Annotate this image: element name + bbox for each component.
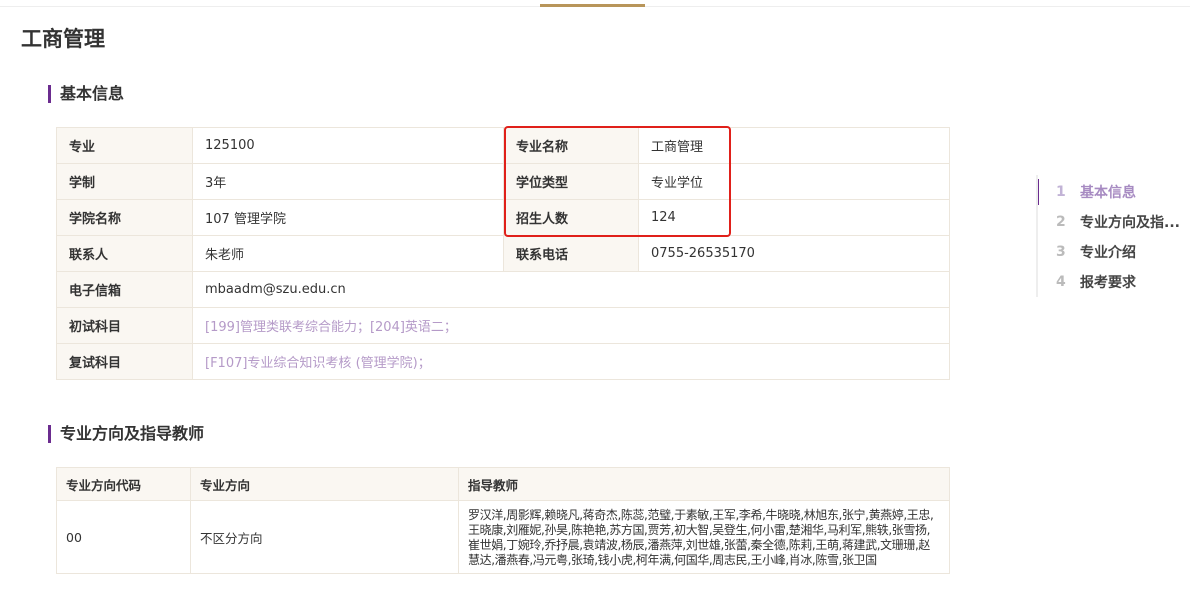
toc-number: 1: [1056, 184, 1066, 200]
toc-number: 2: [1056, 214, 1066, 230]
first-exam-link[interactable]: [199]管理类联考综合能力；[204]英语二；: [192, 307, 950, 344]
major-value: 125100: [192, 127, 504, 164]
toc-item-directions[interactable]: 2 专业方向及指...: [1038, 207, 1190, 237]
duration-label: 学制: [56, 163, 193, 200]
toc-label: 专业介绍: [1080, 245, 1136, 261]
direction-cell: 不区分方向: [190, 500, 459, 574]
major-name-label: 专业名称: [503, 127, 639, 164]
retest-link[interactable]: [F107]专业综合知识考核 (管理学院)；: [192, 343, 950, 380]
degree-type-label: 学位类型: [503, 163, 639, 200]
toc-item-introduction[interactable]: 3 专业介绍: [1038, 237, 1190, 267]
toc-item-basic-info[interactable]: 1 基本信息: [1038, 177, 1190, 207]
basic-info-table: 专业 125100 专业名称 工商管理 学制 3年 学位类型 专业学位 学院名称…: [56, 127, 950, 380]
header-direction-code: 专业方向代码: [56, 467, 191, 501]
header-teachers: 指导教师: [458, 467, 950, 501]
degree-type-value: 专业学位: [638, 163, 950, 200]
enrollment-label: 招生人数: [503, 199, 639, 236]
toc-number: 3: [1056, 244, 1066, 260]
phone-label: 联系电话: [503, 235, 639, 272]
phone-value: 0755-26535170: [638, 235, 950, 272]
toc-item-requirements[interactable]: 4 报考要求: [1038, 267, 1190, 297]
table-row: 初试科目 [199]管理类联考综合能力；[204]英语二；: [56, 307, 950, 344]
college-label: 学院名称: [56, 199, 193, 236]
table-of-contents: 1 基本信息 2 专业方向及指... 3 专业介绍 4 报考要求: [1036, 175, 1190, 297]
page-title: 工商管理: [21, 27, 105, 51]
table-row: 复试科目 [F107]专业综合知识考核 (管理学院)；: [56, 343, 950, 380]
major-label: 专业: [56, 127, 193, 164]
table-row: 00 不区分方向 罗汉洋,周影辉,赖晓凡,蒋奇杰,陈蕊,范璧,于素敏,王军,李希…: [56, 500, 950, 574]
active-tab-indicator: [540, 4, 645, 7]
table-row: 电子信箱 mbaadm@szu.edu.cn: [56, 271, 950, 308]
duration-value: 3年: [192, 163, 504, 200]
contact-label: 联系人: [56, 235, 193, 272]
toc-label: 报考要求: [1080, 275, 1136, 291]
directions-table: 专业方向代码 专业方向 指导教师 00 不区分方向 罗汉洋,周影辉,赖晓凡,蒋奇…: [56, 467, 950, 574]
toc-label: 基本信息: [1080, 185, 1136, 201]
table-row: 联系人 朱老师 联系电话 0755-26535170: [56, 235, 950, 272]
section-title-directions: 专业方向及指导教师: [48, 424, 204, 444]
email-value: mbaadm@szu.edu.cn: [192, 271, 950, 308]
table-row: 学制 3年 学位类型 专业学位: [56, 163, 950, 200]
email-label: 电子信箱: [56, 271, 193, 308]
table-row: 专业 125100 专业名称 工商管理: [56, 127, 950, 164]
teachers-cell: 罗汉洋,周影辉,赖晓凡,蒋奇杰,陈蕊,范璧,于素敏,王军,李希,牛晓晓,林旭东,…: [458, 500, 950, 574]
major-name-value: 工商管理: [638, 127, 950, 164]
toc-label: 专业方向及指...: [1080, 215, 1180, 231]
header-direction: 专业方向: [190, 467, 459, 501]
table-header-row: 专业方向代码 专业方向 指导教师: [56, 467, 950, 501]
contact-value: 朱老师: [192, 235, 504, 272]
college-value: 107 管理学院: [192, 199, 504, 236]
table-row: 学院名称 107 管理学院 招生人数 124: [56, 199, 950, 236]
direction-code-cell: 00: [56, 500, 191, 574]
first-exam-label: 初试科目: [56, 307, 193, 344]
retest-label: 复试科目: [56, 343, 193, 380]
enrollment-value: 124: [638, 199, 950, 236]
section-title-basic-info: 基本信息: [48, 84, 124, 104]
toc-number: 4: [1056, 274, 1066, 290]
